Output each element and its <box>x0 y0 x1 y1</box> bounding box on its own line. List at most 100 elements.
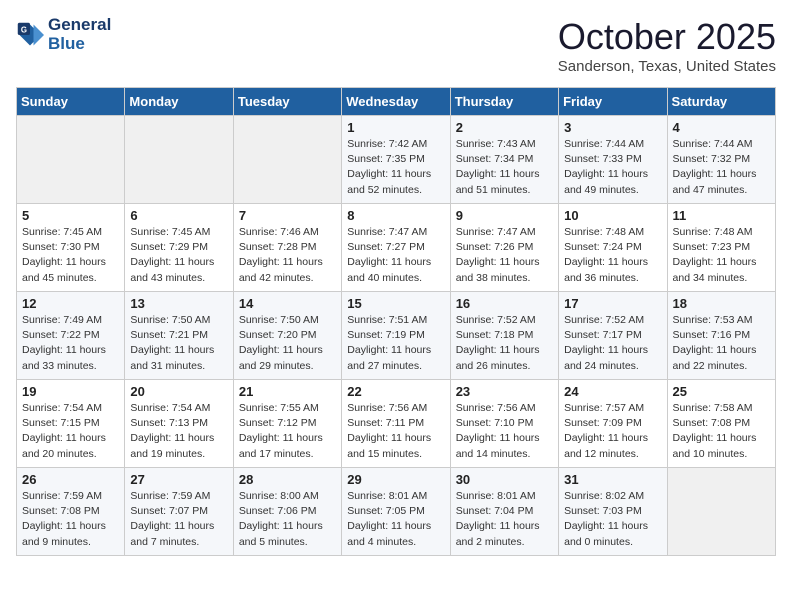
calendar-cell: 21 Sunrise: 7:55 AM Sunset: 7:12 PM Dayli… <box>233 380 341 468</box>
calendar-cell: 25 Sunrise: 7:58 AM Sunset: 7:08 PM Dayli… <box>667 380 775 468</box>
cell-content: Sunrise: 7:52 AM Sunset: 7:17 PM Dayligh… <box>564 313 661 374</box>
day-number: 18 <box>673 296 770 311</box>
day-header-friday: Friday <box>559 88 667 116</box>
day-number: 14 <box>239 296 336 311</box>
day-number: 16 <box>456 296 553 311</box>
day-number: 23 <box>456 384 553 399</box>
cell-content: Sunrise: 7:44 AM Sunset: 7:32 PM Dayligh… <box>673 137 770 198</box>
day-number: 12 <box>22 296 119 311</box>
day-number: 11 <box>673 208 770 223</box>
calendar-cell: 8 Sunrise: 7:47 AM Sunset: 7:27 PM Daylig… <box>342 204 450 292</box>
cell-content: Sunrise: 7:46 AM Sunset: 7:28 PM Dayligh… <box>239 225 336 286</box>
day-number: 6 <box>130 208 227 223</box>
calendar-cell: 29 Sunrise: 8:01 AM Sunset: 7:05 PM Dayli… <box>342 468 450 556</box>
cell-content: Sunrise: 8:00 AM Sunset: 7:06 PM Dayligh… <box>239 489 336 550</box>
day-header-sunday: Sunday <box>17 88 125 116</box>
calendar-cell: 7 Sunrise: 7:46 AM Sunset: 7:28 PM Daylig… <box>233 204 341 292</box>
calendar-cell: 12Sunrise: 7:49 AM Sunset: 7:22 PM Dayli… <box>17 292 125 380</box>
calendar-cell: 23Sunrise: 7:56 AM Sunset: 7:10 PM Dayli… <box>450 380 558 468</box>
location-title: Sanderson, Texas, United States <box>558 58 776 75</box>
day-number: 25 <box>673 384 770 399</box>
day-number: 9 <box>456 208 553 223</box>
day-number: 8 <box>347 208 444 223</box>
calendar-cell: 6Sunrise: 7:45 AM Sunset: 7:29 PM Daylig… <box>125 204 233 292</box>
calendar-cell: 11 Sunrise: 7:48 AM Sunset: 7:23 PM Dayli… <box>667 204 775 292</box>
cell-content: Sunrise: 7:48 AM Sunset: 7:24 PM Dayligh… <box>564 225 661 286</box>
day-number: 30 <box>456 472 553 487</box>
cell-content: Sunrise: 7:56 AM Sunset: 7:11 PM Dayligh… <box>347 401 444 462</box>
cell-content: Sunrise: 7:51 AM Sunset: 7:19 PM Dayligh… <box>347 313 444 374</box>
logo-general: General <box>48 16 111 35</box>
day-number: 17 <box>564 296 661 311</box>
calendar-week-row: 19Sunrise: 7:54 AM Sunset: 7:15 PM Dayli… <box>17 380 776 468</box>
cell-content: Sunrise: 7:45 AM Sunset: 7:30 PM Dayligh… <box>22 225 119 286</box>
calendar-cell: 30 Sunrise: 8:01 AM Sunset: 7:04 PM Dayli… <box>450 468 558 556</box>
calendar-cell: 9Sunrise: 7:47 AM Sunset: 7:26 PM Daylig… <box>450 204 558 292</box>
day-header-saturday: Saturday <box>667 88 775 116</box>
calendar-cell: 1 Sunrise: 7:42 AM Sunset: 7:35 PM Daylig… <box>342 116 450 204</box>
logo-text: General Blue <box>48 16 111 53</box>
logo-blue: Blue <box>48 35 111 54</box>
cell-content: Sunrise: 7:53 AM Sunset: 7:16 PM Dayligh… <box>673 313 770 374</box>
day-number: 10 <box>564 208 661 223</box>
calendar-cell: 27Sunrise: 7:59 AM Sunset: 7:07 PM Dayli… <box>125 468 233 556</box>
day-number: 24 <box>564 384 661 399</box>
calendar-cell: 24 Sunrise: 7:57 AM Sunset: 7:09 PM Dayli… <box>559 380 667 468</box>
cell-content: Sunrise: 7:47 AM Sunset: 7:27 PM Dayligh… <box>347 225 444 286</box>
cell-content: Sunrise: 7:50 AM Sunset: 7:21 PM Dayligh… <box>130 313 227 374</box>
day-number: 2 <box>456 120 553 135</box>
calendar-cell: 17 Sunrise: 7:52 AM Sunset: 7:17 PM Dayli… <box>559 292 667 380</box>
day-header-wednesday: Wednesday <box>342 88 450 116</box>
calendar-cell: 19Sunrise: 7:54 AM Sunset: 7:15 PM Dayli… <box>17 380 125 468</box>
day-number: 22 <box>347 384 444 399</box>
day-number: 7 <box>239 208 336 223</box>
day-number: 21 <box>239 384 336 399</box>
cell-content: Sunrise: 7:54 AM Sunset: 7:13 PM Dayligh… <box>130 401 227 462</box>
day-number: 4 <box>673 120 770 135</box>
calendar-cell <box>125 116 233 204</box>
calendar-cell: 3 Sunrise: 7:44 AM Sunset: 7:33 PM Daylig… <box>559 116 667 204</box>
day-header-tuesday: Tuesday <box>233 88 341 116</box>
cell-content: Sunrise: 7:55 AM Sunset: 7:12 PM Dayligh… <box>239 401 336 462</box>
calendar-cell <box>17 116 125 204</box>
day-header-thursday: Thursday <box>450 88 558 116</box>
calendar-cell: 28 Sunrise: 8:00 AM Sunset: 7:06 PM Dayli… <box>233 468 341 556</box>
calendar-cell: 26 Sunrise: 7:59 AM Sunset: 7:08 PM Dayli… <box>17 468 125 556</box>
cell-content: Sunrise: 7:43 AM Sunset: 7:34 PM Dayligh… <box>456 137 553 198</box>
cell-content: Sunrise: 8:01 AM Sunset: 7:04 PM Dayligh… <box>456 489 553 550</box>
calendar-cell: 4 Sunrise: 7:44 AM Sunset: 7:32 PM Daylig… <box>667 116 775 204</box>
calendar-cell: 13 Sunrise: 7:50 AM Sunset: 7:21 PM Dayli… <box>125 292 233 380</box>
calendar-cell: 16 Sunrise: 7:52 AM Sunset: 7:18 PM Dayli… <box>450 292 558 380</box>
svg-text:G: G <box>21 25 27 34</box>
cell-content: Sunrise: 7:42 AM Sunset: 7:35 PM Dayligh… <box>347 137 444 198</box>
cell-content: Sunrise: 7:59 AM Sunset: 7:07 PM Dayligh… <box>130 489 227 550</box>
calendar-cell: 18 Sunrise: 7:53 AM Sunset: 7:16 PM Dayli… <box>667 292 775 380</box>
day-number: 26 <box>22 472 119 487</box>
calendar-cell <box>233 116 341 204</box>
calendar-cell: 2 Sunrise: 7:43 AM Sunset: 7:34 PM Daylig… <box>450 116 558 204</box>
day-number: 15 <box>347 296 444 311</box>
cell-content: Sunrise: 7:52 AM Sunset: 7:18 PM Dayligh… <box>456 313 553 374</box>
cell-content: Sunrise: 7:44 AM Sunset: 7:33 PM Dayligh… <box>564 137 661 198</box>
cell-content: Sunrise: 7:58 AM Sunset: 7:08 PM Dayligh… <box>673 401 770 462</box>
day-number: 19 <box>22 384 119 399</box>
calendar-week-row: 26 Sunrise: 7:59 AM Sunset: 7:08 PM Dayli… <box>17 468 776 556</box>
day-number: 28 <box>239 472 336 487</box>
cell-content: Sunrise: 7:59 AM Sunset: 7:08 PM Dayligh… <box>22 489 119 550</box>
day-number: 13 <box>130 296 227 311</box>
calendar-cell: 22 Sunrise: 7:56 AM Sunset: 7:11 PM Dayli… <box>342 380 450 468</box>
day-number: 5 <box>22 208 119 223</box>
cell-content: Sunrise: 8:01 AM Sunset: 7:05 PM Dayligh… <box>347 489 444 550</box>
day-number: 1 <box>347 120 444 135</box>
generalblue-logo-icon: G <box>16 21 44 49</box>
title-block: October 2025 Sanderson, Texas, United St… <box>558 16 776 75</box>
day-number: 29 <box>347 472 444 487</box>
calendar-cell: 20Sunrise: 7:54 AM Sunset: 7:13 PM Dayli… <box>125 380 233 468</box>
cell-content: Sunrise: 7:57 AM Sunset: 7:09 PM Dayligh… <box>564 401 661 462</box>
cell-content: Sunrise: 7:48 AM Sunset: 7:23 PM Dayligh… <box>673 225 770 286</box>
day-number: 3 <box>564 120 661 135</box>
day-number: 31 <box>564 472 661 487</box>
logo: G General Blue <box>16 16 111 53</box>
cell-content: Sunrise: 7:50 AM Sunset: 7:20 PM Dayligh… <box>239 313 336 374</box>
calendar-table: SundayMondayTuesdayWednesdayThursdayFrid… <box>16 87 776 556</box>
